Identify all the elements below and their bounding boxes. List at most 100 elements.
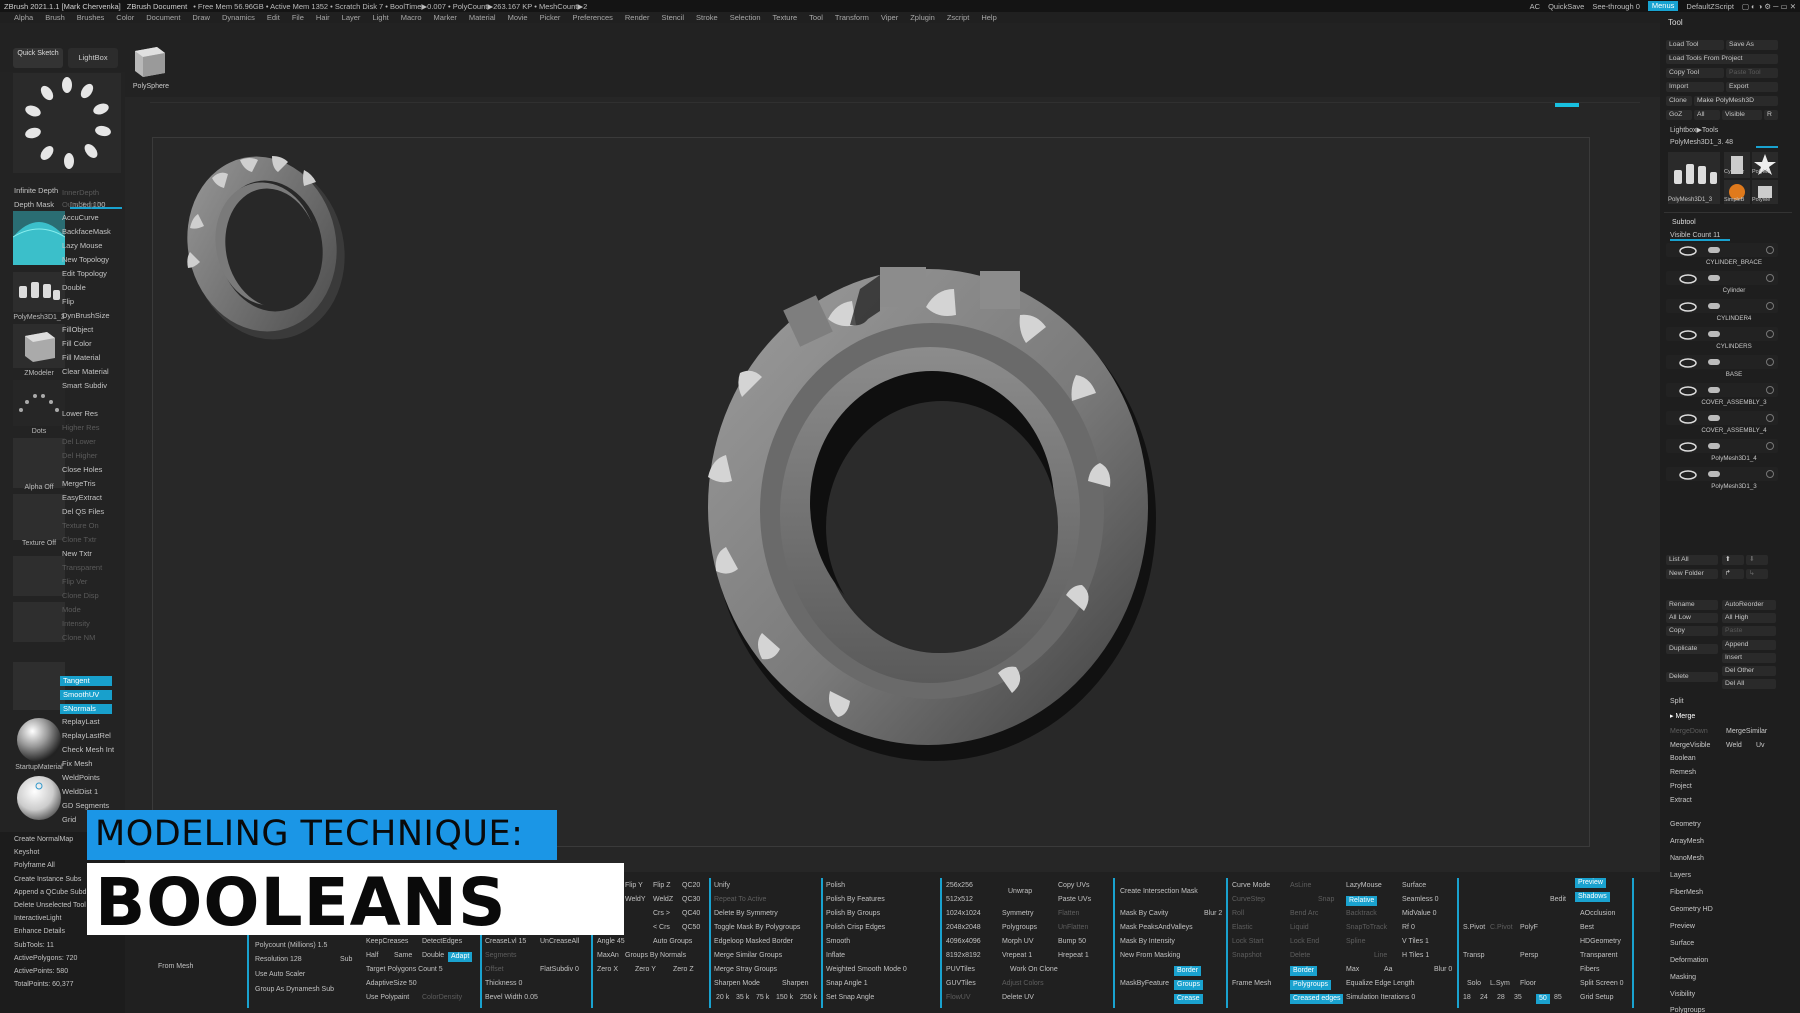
shelf-2048x2048[interactable]: 2048x2048 bbox=[946, 924, 981, 931]
shelf-20-k[interactable]: 20 k bbox=[716, 994, 729, 1001]
merge-mergedown[interactable]: MergeDown bbox=[1670, 728, 1708, 735]
shelf-lock-start[interactable]: Lock Start bbox=[1232, 938, 1264, 945]
shelf-toggle-creased-edges[interactable]: Creased edges bbox=[1290, 994, 1344, 1004]
menu-material[interactable]: Material bbox=[469, 13, 496, 22]
shelf-persp[interactable]: Persp bbox=[1520, 952, 1538, 959]
shelf-merge-stray-groups[interactable]: Merge Stray Groups bbox=[714, 966, 777, 973]
eye-icon[interactable] bbox=[1766, 414, 1774, 422]
tray-button-del-higher[interactable]: Del Higher bbox=[62, 451, 97, 460]
tray-button-clone-disp[interactable]: Clone Disp bbox=[62, 591, 99, 600]
menu-stencil[interactable]: Stencil bbox=[661, 13, 684, 22]
section-split[interactable]: Split bbox=[1670, 698, 1684, 705]
shelf-s-pivot[interactable]: S.Pivot bbox=[1463, 924, 1485, 931]
shelf-equalize-edge-length[interactable]: Equalize Edge Length bbox=[1346, 980, 1415, 987]
shelf-edgeloop-masked-border[interactable]: Edgeloop Masked Border bbox=[714, 938, 793, 945]
shelf-toggle-crease[interactable]: Crease bbox=[1174, 994, 1203, 1004]
shelf-set-snap-angle[interactable]: Set Snap Angle bbox=[826, 994, 874, 1001]
alpha-thumbnail[interactable] bbox=[13, 438, 65, 488]
shelf-delete-uv[interactable]: Delete UV bbox=[1002, 994, 1034, 1001]
shelf-qc30[interactable]: QC30 bbox=[682, 896, 700, 903]
subtool-toggle-icon[interactable] bbox=[1708, 443, 1720, 449]
shelf-segments[interactable]: Segments bbox=[485, 952, 517, 959]
polysphere-thumbnail[interactable] bbox=[129, 43, 171, 79]
tray-button-transparent[interactable]: Transparent bbox=[62, 563, 102, 572]
shelf-auto-groups[interactable]: Auto Groups bbox=[653, 938, 692, 945]
shelf-delete-by-symmetry[interactable]: Delete By Symmetry bbox=[714, 910, 778, 917]
menu-selection[interactable]: Selection bbox=[730, 13, 761, 22]
shelf-zero-z[interactable]: Zero Z bbox=[673, 966, 694, 973]
menu-edit[interactable]: Edit bbox=[267, 13, 280, 22]
move-up-icon[interactable]: ⬆ bbox=[1722, 555, 1744, 565]
shelf-use-polypaint[interactable]: Use Polypaint bbox=[366, 994, 409, 1001]
shelf-vrepeat-1[interactable]: Vrepeat 1 bbox=[1002, 952, 1032, 959]
shelf-morph-uv[interactable]: Morph UV bbox=[1002, 938, 1034, 945]
shelf-uncreaseall[interactable]: UnCreaseAll bbox=[540, 938, 579, 945]
texture-thumbnail[interactable] bbox=[13, 494, 65, 540]
subtool-toggle-icon[interactable] bbox=[1708, 387, 1720, 393]
shelf-use-auto-scaler[interactable]: Use Auto Scaler bbox=[255, 971, 305, 978]
shelf-150-k[interactable]: 150 k bbox=[776, 994, 793, 1001]
shelf-toggle-groups[interactable]: Groups bbox=[1174, 980, 1203, 990]
shelf-max[interactable]: Max bbox=[1346, 966, 1359, 973]
shelf-toggle-relative[interactable]: Relative bbox=[1346, 896, 1378, 906]
tray-button-mergetris[interactable]: MergeTris bbox=[62, 479, 95, 488]
eye-icon[interactable] bbox=[1766, 470, 1774, 478]
eye-icon[interactable] bbox=[1766, 330, 1774, 338]
section-masking[interactable]: Masking bbox=[1670, 974, 1696, 981]
tray-button-grid[interactable]: Grid bbox=[62, 815, 76, 824]
tray-button-replaylastrel[interactable]: ReplayLastRel bbox=[62, 731, 111, 740]
subtool-action-autoreorder[interactable]: AutoReorder bbox=[1722, 600, 1776, 610]
shelf-85[interactable]: 85 bbox=[1554, 994, 1562, 1001]
shelf-simulation-iterations-0[interactable]: Simulation Iterations 0 bbox=[1346, 994, 1415, 1001]
merge-weld[interactable]: Weld bbox=[1726, 742, 1742, 749]
shelf-unify[interactable]: Unify bbox=[714, 882, 730, 889]
move-down-icon[interactable]: ⬇ bbox=[1746, 555, 1768, 565]
tool-button-export[interactable]: Export bbox=[1726, 82, 1778, 92]
section-surface[interactable]: Surface bbox=[1670, 940, 1694, 947]
menu-preferences[interactable]: Preferences bbox=[572, 13, 612, 22]
depth-mask-label[interactable]: Depth Mask bbox=[14, 200, 54, 209]
menu-dynamics[interactable]: Dynamics bbox=[222, 13, 255, 22]
shelf-toggle-mask-by-polygroups[interactable]: Toggle Mask By Polygroups bbox=[714, 924, 800, 931]
shelf-crs[interactable]: Crs > bbox=[653, 910, 670, 917]
shelf-toggle-polygroups[interactable]: Polygroups bbox=[1290, 980, 1332, 990]
tray-button-gd-segments[interactable]: GD Segments bbox=[62, 801, 109, 810]
tray-button-lazy-mouse[interactable]: Lazy Mouse bbox=[62, 241, 102, 250]
tool-button-goz[interactable]: GoZ bbox=[1666, 110, 1692, 120]
shelf-offset[interactable]: Offset bbox=[485, 966, 504, 973]
tray-button-fix-mesh[interactable]: Fix Mesh bbox=[62, 759, 92, 768]
section-visibility[interactable]: Visibility bbox=[1670, 991, 1695, 998]
zmodeler-brush-icon[interactable] bbox=[13, 324, 65, 368]
shelf-mask-by-intensity[interactable]: Mask By Intensity bbox=[1120, 938, 1175, 945]
subtool-toggle-icon[interactable] bbox=[1708, 275, 1720, 281]
shelf-guvtiles[interactable]: GUVTiles bbox=[946, 980, 976, 987]
left-bottom-item-polyframe-all[interactable]: Polyframe All bbox=[14, 862, 55, 869]
menu-color[interactable]: Color bbox=[116, 13, 134, 22]
shelf-midvalue-0[interactable]: MidValue 0 bbox=[1402, 910, 1437, 917]
shelf-weighted-smooth-mode-0[interactable]: Weighted Smooth Mode 0 bbox=[826, 966, 907, 973]
section-merge[interactable]: ▸ Merge bbox=[1670, 712, 1695, 720]
tool-button-import[interactable]: Import bbox=[1666, 82, 1724, 92]
shelf-fibers[interactable]: Fibers bbox=[1580, 966, 1599, 973]
brush-dots-icon[interactable] bbox=[13, 73, 121, 173]
shelf-mask-by-cavity[interactable]: Mask By Cavity bbox=[1120, 910, 1168, 917]
left-bottom-item-enhance-details[interactable]: Enhance Details bbox=[14, 928, 65, 935]
shelf-250-k[interactable]: 250 k bbox=[800, 994, 817, 1001]
shelf-polish-crisp-edges[interactable]: Polish Crisp Edges bbox=[826, 924, 885, 931]
shelf-transparent[interactable]: Transparent bbox=[1580, 952, 1617, 959]
tray-button-dynbrushsize[interactable]: DynBrushSize bbox=[62, 311, 110, 320]
shelf-polycount-millions-1-5[interactable]: Polycount (Millions) 1.5 bbox=[255, 942, 327, 949]
tray-button-edit-topology[interactable]: Edit Topology bbox=[62, 269, 107, 278]
shelf-repeat-to-active[interactable]: Repeat To Active bbox=[714, 896, 766, 903]
shelf-18[interactable]: 18 bbox=[1463, 994, 1471, 1001]
main-gear-model[interactable] bbox=[680, 255, 1180, 765]
shelf-split-screen-0[interactable]: Split Screen 0 bbox=[1580, 980, 1624, 987]
quicksave-button[interactable]: QuickSave bbox=[1548, 2, 1584, 11]
tray-toggle-tangent[interactable]: Tangent bbox=[60, 676, 112, 686]
shelf-blur-2[interactable]: Blur 2 bbox=[1204, 910, 1222, 917]
shelf-sharpen[interactable]: Sharpen bbox=[782, 980, 808, 987]
shelf-4096x4096[interactable]: 4096x4096 bbox=[946, 938, 981, 945]
shelf-delete[interactable]: Delete bbox=[1290, 952, 1310, 959]
see-through-slider[interactable]: See-through 0 bbox=[1592, 2, 1640, 11]
shelf-elastic[interactable]: Elastic bbox=[1232, 924, 1253, 931]
